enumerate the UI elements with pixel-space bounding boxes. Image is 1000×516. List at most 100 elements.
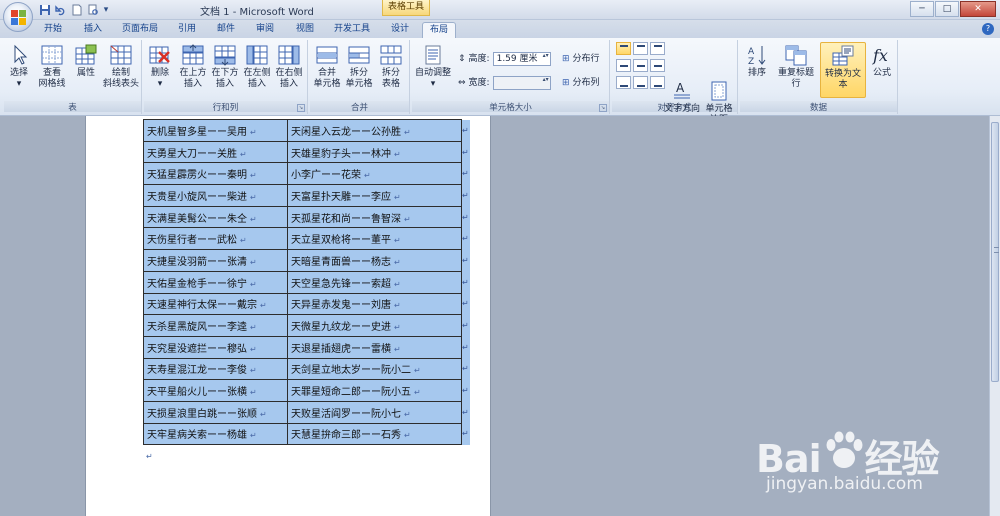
tab-references[interactable]: 引用 <box>172 22 202 38</box>
table-cell[interactable]: 天平星船火儿ーー张横 ↵ <box>143 379 288 402</box>
tab-layout[interactable]: 布局 <box>422 22 456 38</box>
column-width-input[interactable] <box>492 76 551 90</box>
draw-diagonal-header-button[interactable]: 绘制 斜线表头 <box>102 42 140 98</box>
table-cell[interactable]: 天退星插翅虎ーー雷横 ↵ <box>287 335 462 359</box>
table-cell[interactable]: 天败星活阎罗ーー阮小七 ↵ <box>287 400 462 424</box>
distribute-rows-button[interactable]: ⊞ 分布行 <box>562 52 600 66</box>
sort-button[interactable]: AZ 排序 <box>742 42 772 98</box>
print-preview-icon[interactable] <box>86 3 100 17</box>
table-cell[interactable]: 天伤星行者ーー武松 ↵ <box>143 227 288 251</box>
group-label-data: 数据 <box>740 101 897 113</box>
new-document-icon[interactable] <box>70 3 84 17</box>
title-bar: ▾ 文档 1 - Microsoft Word 表格工具 ─ □ ✕ <box>0 0 1000 20</box>
maximize-button[interactable]: □ <box>935 1 959 17</box>
table-cell[interactable]: 天捷星没羽箭ーー张清 ↵ <box>143 249 288 272</box>
table-cell[interactable]: 天损星浪里白跳ーー张顺 ↵ <box>143 400 288 424</box>
tab-mailings[interactable]: 邮件 <box>211 22 241 38</box>
table-cell[interactable]: 天机星智多星ーー吴用 ↵ <box>143 119 288 142</box>
group-merge: 合并 单元格 拆分 单元格 拆分 表格 合并 <box>310 40 410 114</box>
table-cell[interactable]: 天剑星立地太岁ーー阮小二 ↵ <box>287 357 462 381</box>
align-middle-center-button[interactable] <box>633 59 648 72</box>
align-top-right-button[interactable] <box>650 42 665 55</box>
view-gridlines-button[interactable]: 查看 网格线 <box>34 42 70 98</box>
insert-left-button[interactable]: 在左侧 插入 <box>242 42 272 98</box>
document-table[interactable]: 天机星智多星ーー吴用 ↵ 天闲星入云龙ーー公孙胜 ↵ ↵ 天勇星大刀ーー关胜 ↵ 天雄星豹子头… <box>143 119 470 446</box>
table-cell[interactable]: 天佑星金枪手ーー徐宁 ↵ <box>143 270 288 294</box>
cell-text: 小李广ーー花荣 <box>291 170 361 182</box>
table-cell[interactable]: 天雄星豹子头ーー林冲 ↵ <box>287 140 462 164</box>
repeat-header-rows-button[interactable]: 重复标题行 <box>774 42 818 98</box>
table-row: 天猛星霹雳火ーー秦明 ↵ 小李广ーー花荣 ↵ ↵ <box>143 162 470 186</box>
table-cell[interactable]: 天速星神行太保ーー戴宗 ↵ <box>143 292 288 316</box>
table-cell[interactable]: 天异星赤发鬼ーー刘唐 ↵ <box>287 292 462 316</box>
insert-below-button[interactable]: 在下方 插入 <box>210 42 240 98</box>
tab-page-layout[interactable]: 页面布局 <box>118 22 162 38</box>
table-cell[interactable]: 天富星扑天雕ーー李应 ↵ <box>287 184 462 207</box>
row-height-input[interactable]: 1.59 厘米 <box>492 52 551 66</box>
align-middle-left-button[interactable] <box>616 59 631 72</box>
split-table-icon <box>380 45 402 65</box>
save-icon[interactable] <box>38 3 52 17</box>
align-top-left-button[interactable] <box>616 42 631 55</box>
insert-row-below-icon <box>214 45 236 66</box>
properties-button[interactable]: 属性 <box>72 42 100 98</box>
split-cells-button[interactable]: 拆分 单元格 <box>344 42 374 98</box>
align-middle-right-button[interactable] <box>650 59 665 72</box>
tab-insert[interactable]: 插入 <box>78 22 108 38</box>
table-cell[interactable]: 天立星双枪将ーー董平 ↵ <box>287 227 462 251</box>
autofit-icon <box>425 45 441 65</box>
cell-text: 天速星神行太保ーー戴宗 <box>147 300 257 312</box>
table-cell[interactable]: 天闲星入云龙ーー公孙胜 ↵ <box>287 119 462 142</box>
table-cell[interactable]: 天寿星混江龙ーー李俊 ↵ <box>143 357 288 381</box>
autofit-button[interactable]: 自动调整 ▾ <box>414 42 452 98</box>
office-button[interactable] <box>3 2 33 32</box>
dialog-launcher-icon[interactable]: ↘ <box>599 104 607 112</box>
undo-icon[interactable] <box>54 3 68 17</box>
cell-end-mark: ↵ <box>394 323 401 333</box>
table-cell[interactable]: 天杀星黑旋风ーー李逵 ↵ <box>143 314 288 337</box>
tab-design[interactable]: 设计 <box>384 22 416 38</box>
tab-review[interactable]: 审阅 <box>250 22 280 38</box>
insert-right-button[interactable]: 在右侧 插入 <box>274 42 304 98</box>
cell-text: 天富星扑天雕ーー李应 <box>291 191 391 203</box>
help-icon[interactable]: ? <box>982 23 994 35</box>
align-top-center-button[interactable] <box>633 42 648 55</box>
insert-above-button[interactable]: 在上方 插入 <box>178 42 208 98</box>
table-cell[interactable]: 天猛星霹雳火ーー秦明 ↵ <box>143 162 288 186</box>
align-bottom-right-button[interactable] <box>650 76 665 89</box>
table-cell[interactable]: 天空星急先锋ーー索超 ↵ <box>287 270 462 294</box>
align-bottom-left-button[interactable] <box>616 76 631 89</box>
align-bottom-center-button[interactable] <box>633 76 648 89</box>
table-cell[interactable]: 天慧星拚命三郎ーー石秀 ↵ <box>287 422 462 446</box>
insert-column-right-icon <box>278 45 300 65</box>
delete-button[interactable]: 删除 ▾ <box>146 42 174 98</box>
tab-developer[interactable]: 开发工具 <box>330 22 374 38</box>
table-cell[interactable]: 天孤星花和尚ーー鲁智深 ↵ <box>287 205 462 229</box>
tab-home[interactable]: 开始 <box>38 22 68 38</box>
merge-cells-button[interactable]: 合并 单元格 <box>312 42 342 98</box>
minimize-button[interactable]: ─ <box>910 1 934 17</box>
table-cell[interactable]: 天勇星大刀ーー关胜 ↵ <box>143 140 288 164</box>
cell-text: 天寿星混江龙ーー李俊 <box>147 365 247 377</box>
close-button[interactable]: ✕ <box>960 1 996 17</box>
dialog-launcher-icon[interactable]: ↘ <box>297 104 305 112</box>
table-cell[interactable]: 天微星九纹龙ーー史进 ↵ <box>287 314 462 337</box>
cell-text: 天空星急先锋ーー索超 <box>291 278 391 290</box>
convert-to-text-button[interactable]: 转换为文本 <box>820 42 866 98</box>
table-cell[interactable]: 天暗星青面兽ーー杨志 ↵ <box>287 249 462 272</box>
cell-text: 天机星智多星ーー吴用 <box>147 126 247 138</box>
distribute-columns-button[interactable]: ⊞ 分布列 <box>562 76 600 90</box>
split-table-button[interactable]: 拆分 表格 <box>376 42 406 98</box>
table-cell[interactable]: 小李广ーー花荣 ↵ <box>287 162 462 186</box>
table-cell[interactable]: 天贵星小旋风ーー柴进 ↵ <box>143 184 288 207</box>
table-cell[interactable]: 天罪星短命二郎ーー阮小五 ↵ <box>287 379 462 402</box>
select-button[interactable]: 选择 ▾ <box>6 42 32 98</box>
formula-button[interactable]: fx 公式 <box>868 42 896 98</box>
customize-qat-icon[interactable]: ▾ <box>102 3 110 17</box>
scrollbar-thumb[interactable] <box>991 122 999 382</box>
table-cell[interactable]: 天究星没遮拦ーー穆弘 ↵ <box>143 335 288 359</box>
vertical-scrollbar[interactable] <box>989 116 1000 516</box>
tab-view[interactable]: 视图 <box>290 22 320 38</box>
table-cell[interactable]: 天牢星病关索ーー杨雄 ↵ <box>143 422 288 446</box>
table-cell[interactable]: 天满星美髯公ーー朱仝 ↵ <box>143 205 288 229</box>
